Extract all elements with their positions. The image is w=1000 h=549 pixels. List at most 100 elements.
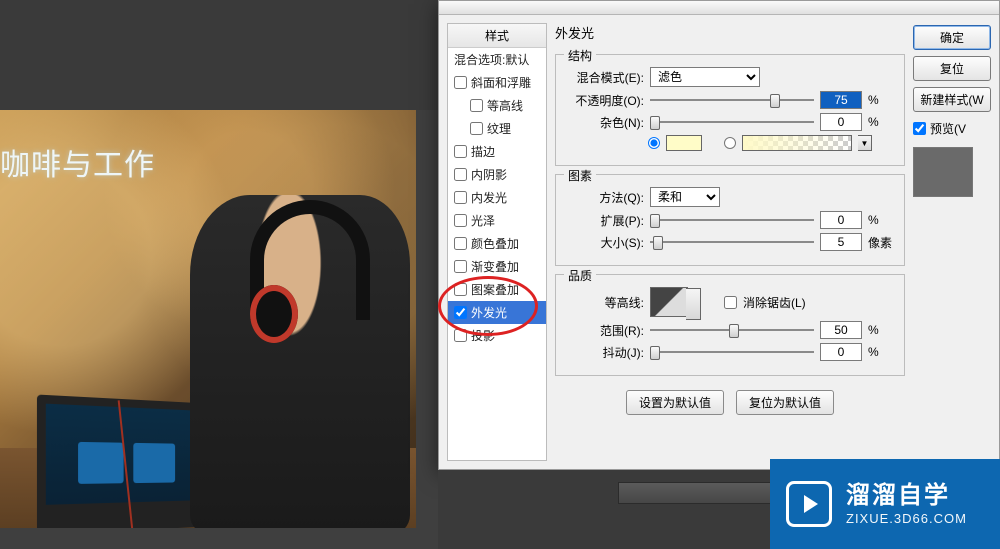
style-item-gradient-overlay[interactable]: 渐变叠加 <box>448 255 546 278</box>
antialias-checkbox[interactable] <box>724 296 737 309</box>
style-check-stroke[interactable] <box>454 145 467 158</box>
style-check-bevel[interactable] <box>454 76 467 89</box>
watermark-cn: 溜溜自学 <box>846 482 967 511</box>
noise-unit: % <box>868 115 894 129</box>
settings-panel: 外发光 结构 混合模式(E): 滤色 不透明度(O): 75 % <box>555 23 905 461</box>
spread-input[interactable]: 0 <box>820 211 862 229</box>
glow-gradient-swatch[interactable] <box>742 135 852 151</box>
structure-fieldset: 结构 混合模式(E): 滤色 不透明度(O): 75 % 杂色(N): <box>555 54 905 166</box>
range-slider[interactable] <box>650 321 814 339</box>
glow-color-swatch[interactable] <box>666 135 702 151</box>
style-item-inner-glow[interactable]: 内发光 <box>448 186 546 209</box>
technique-select[interactable]: 柔和 <box>650 187 720 207</box>
style-item-contour[interactable]: 等高线 <box>448 94 546 117</box>
size-slider[interactable] <box>650 233 814 251</box>
glow-color-solid-radio[interactable] <box>648 137 660 149</box>
noise-label: 杂色(N): <box>566 114 644 131</box>
quality-fieldset: 品质 等高线: 消除锯齿(L) 范围(R): 50 % <box>555 274 905 376</box>
spread-label: 扩展(P): <box>566 212 644 229</box>
style-check-pattern-overlay[interactable] <box>454 283 467 296</box>
gradient-dropdown-icon[interactable]: ▼ <box>858 135 872 151</box>
style-label: 渐变叠加 <box>471 258 519 275</box>
style-item-pattern-overlay[interactable]: 图案叠加 <box>448 278 546 301</box>
jitter-label: 抖动(J): <box>566 344 644 361</box>
style-label: 斜面和浮雕 <box>471 74 531 91</box>
new-style-button[interactable]: 新建样式(W <box>913 87 991 112</box>
technique-label: 方法(Q): <box>566 189 644 206</box>
size-label: 大小(S): <box>566 234 644 251</box>
styles-list-panel: 样式 混合选项:默认 斜面和浮雕 等高线 纹理 描边 内阴影 <box>447 23 547 461</box>
antialias-label: 消除锯齿(L) <box>743 294 806 311</box>
range-input[interactable]: 50 <box>820 321 862 339</box>
style-check-drop-shadow[interactable] <box>454 329 467 342</box>
style-check-inner-shadow[interactable] <box>454 168 467 181</box>
style-item-inner-shadow[interactable]: 内阴影 <box>448 163 546 186</box>
style-label: 内发光 <box>471 189 507 206</box>
style-item-satin[interactable]: 光泽 <box>448 209 546 232</box>
preview-label: 预览(V <box>930 120 966 137</box>
style-check-texture[interactable] <box>470 122 483 135</box>
styles-list-header: 样式 <box>448 24 546 48</box>
layer-style-dialog: 样式 混合选项:默认 斜面和浮雕 等高线 纹理 描边 内阴影 <box>438 0 1000 470</box>
style-label: 内阴影 <box>471 166 507 183</box>
dialog-titlebar[interactable] <box>439 1 999 15</box>
glow-color-gradient-radio[interactable] <box>724 137 736 149</box>
canvas-photo[interactable]: 咖啡与工作 <box>0 110 416 528</box>
style-item-outer-glow[interactable]: 外发光 <box>448 301 546 324</box>
dialog-right-column: 确定 复位 新建样式(W 预览(V <box>913 23 991 461</box>
noise-slider[interactable] <box>650 113 814 131</box>
contour-label: 等高线: <box>566 294 644 311</box>
size-unit: 像素 <box>868 234 894 251</box>
style-label: 投影 <box>471 327 495 344</box>
opacity-input[interactable]: 75 <box>820 91 862 109</box>
preview-checkbox[interactable] <box>913 122 926 135</box>
elements-fieldset: 图素 方法(Q): 柔和 扩展(P): 0 % 大小(S): <box>555 174 905 266</box>
jitter-slider[interactable] <box>650 343 814 361</box>
jitter-unit: % <box>868 345 894 359</box>
blend-mode-select[interactable]: 滤色 <box>650 67 760 87</box>
blend-mode-label: 混合模式(E): <box>566 69 644 86</box>
range-label: 范围(R): <box>566 322 644 339</box>
structure-legend: 结构 <box>564 47 596 64</box>
opacity-slider[interactable] <box>650 91 814 109</box>
style-item-color-overlay[interactable]: 颜色叠加 <box>448 232 546 255</box>
style-check-contour[interactable] <box>470 99 483 112</box>
quality-legend: 品质 <box>564 267 596 284</box>
opacity-label: 不透明度(O): <box>566 92 644 109</box>
style-item-bevel[interactable]: 斜面和浮雕 <box>448 71 546 94</box>
range-unit: % <box>868 323 894 337</box>
style-check-outer-glow[interactable] <box>454 306 467 319</box>
ok-button[interactable]: 确定 <box>913 25 991 50</box>
style-label: 光泽 <box>471 212 495 229</box>
blend-options-item[interactable]: 混合选项:默认 <box>448 48 546 71</box>
style-check-inner-glow[interactable] <box>454 191 467 204</box>
watermark-play-icon <box>786 481 832 527</box>
preview-swatch <box>913 147 973 197</box>
reset-default-button[interactable]: 复位为默认值 <box>736 390 834 415</box>
spread-slider[interactable] <box>650 211 814 229</box>
size-input[interactable]: 5 <box>820 233 862 251</box>
opacity-unit: % <box>868 93 894 107</box>
canvas-text-layer[interactable]: 咖啡与工作 <box>0 140 155 184</box>
style-label: 外发光 <box>471 304 507 321</box>
cancel-button[interactable]: 复位 <box>913 56 991 81</box>
style-item-drop-shadow[interactable]: 投影 <box>448 324 546 347</box>
style-check-color-overlay[interactable] <box>454 237 467 250</box>
spread-unit: % <box>868 213 894 227</box>
style-item-texture[interactable]: 纹理 <box>448 117 546 140</box>
canvas-area: 咖啡与工作 <box>0 110 416 528</box>
elements-legend: 图素 <box>564 167 596 184</box>
blend-options-label: 混合选项:默认 <box>454 51 529 68</box>
noise-input[interactable]: 0 <box>820 113 862 131</box>
watermark-en: ZIXUE.3D66.COM <box>846 511 967 527</box>
style-check-satin[interactable] <box>454 214 467 227</box>
make-default-button[interactable]: 设置为默认值 <box>626 390 724 415</box>
style-check-gradient-overlay[interactable] <box>454 260 467 273</box>
style-item-stroke[interactable]: 描边 <box>448 140 546 163</box>
photo-earcup <box>250 285 298 343</box>
jitter-input[interactable]: 0 <box>820 343 862 361</box>
style-label: 图案叠加 <box>471 281 519 298</box>
style-label: 描边 <box>471 143 495 160</box>
contour-picker[interactable] <box>650 287 688 317</box>
style-label: 等高线 <box>487 97 523 114</box>
